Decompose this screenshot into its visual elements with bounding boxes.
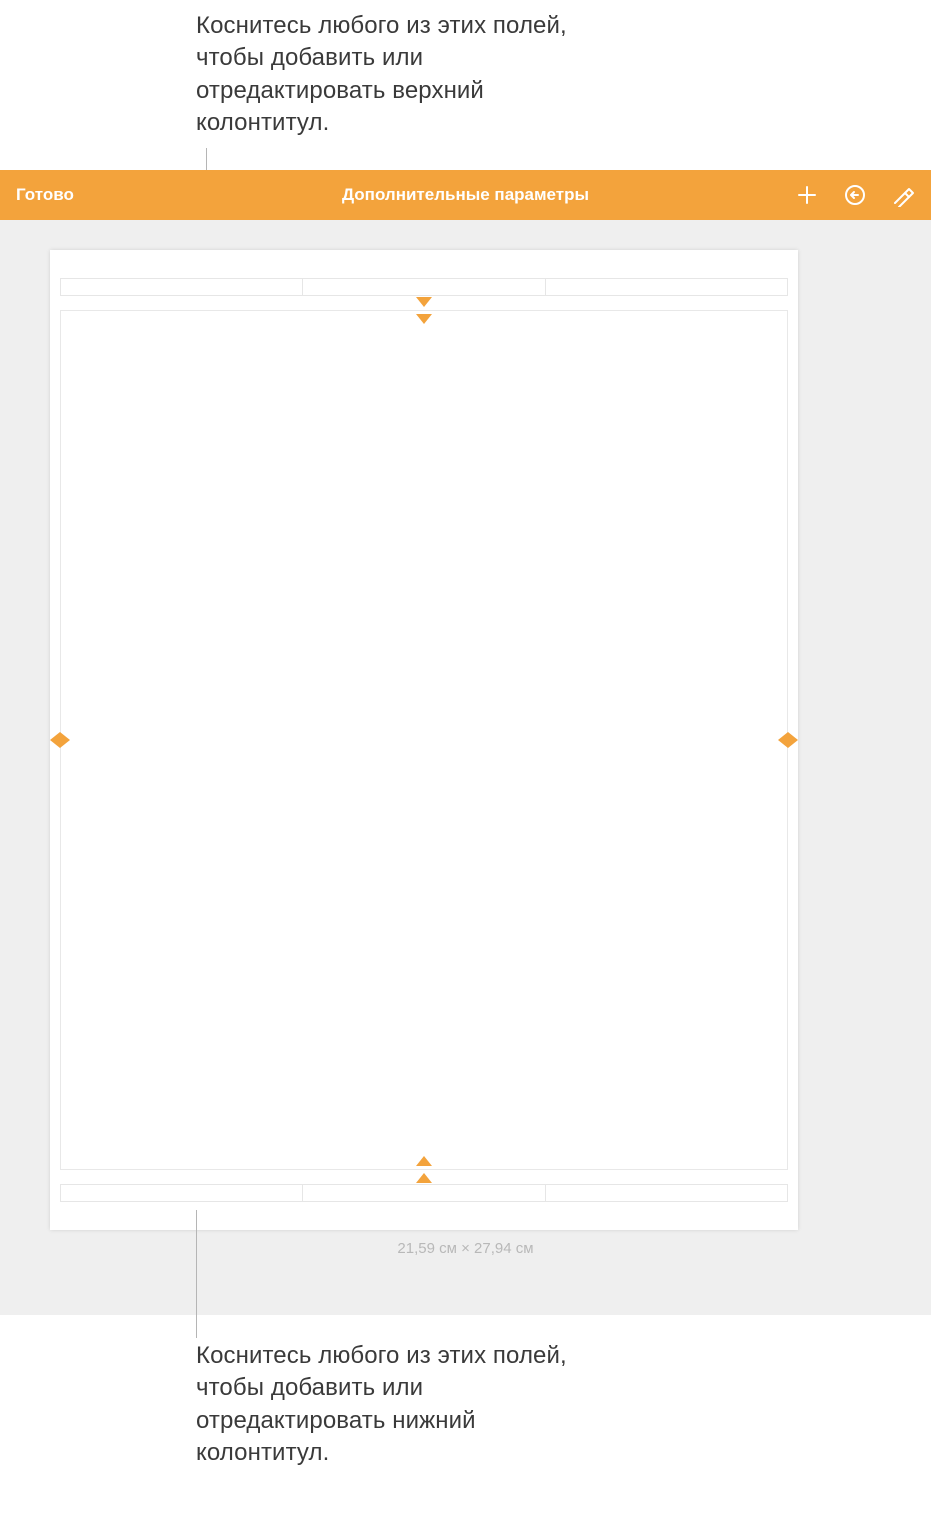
toolbar-right-icons	[795, 183, 915, 207]
footer-field-right[interactable]	[545, 1184, 788, 1202]
footer-field-left[interactable]	[60, 1184, 303, 1202]
callout-header: Коснитесь любого из этих полей, чтобы до…	[196, 10, 576, 140]
plus-icon[interactable]	[795, 183, 819, 207]
triangle-left-icon	[778, 732, 788, 748]
triangle-right-icon	[788, 732, 798, 748]
triangle-left-icon	[50, 732, 60, 748]
undo-icon[interactable]	[843, 183, 867, 207]
format-brush-icon[interactable]	[891, 183, 915, 207]
margin-handle-top-outer[interactable]	[416, 297, 432, 307]
callout-leader-bottom	[196, 1210, 197, 1338]
header-field-center[interactable]	[302, 278, 545, 296]
margin-handle-right[interactable]	[778, 732, 798, 748]
header-fields	[60, 278, 788, 296]
margin-handle-top-inner[interactable]	[416, 314, 432, 324]
margin-handle-bottom-inner[interactable]	[416, 1156, 432, 1166]
page-size-label: 21,59 см × 27,94 см	[397, 1240, 533, 1257]
callout-footer: Коснитесь любого из этих полей, чтобы до…	[196, 1340, 576, 1470]
footer-fields	[60, 1184, 788, 1202]
footer-field-center[interactable]	[302, 1184, 545, 1202]
canvas: 21,59 см × 27,94 см	[0, 220, 931, 1315]
header-field-left[interactable]	[60, 278, 303, 296]
header-field-right[interactable]	[545, 278, 788, 296]
done-button[interactable]: Готово	[16, 185, 74, 205]
page-body[interactable]	[60, 310, 788, 1170]
margin-handle-bottom-outer[interactable]	[416, 1173, 432, 1183]
document-page	[50, 250, 798, 1230]
app-window: Готово Дополнительные параметры	[0, 170, 931, 1315]
toolbar-title: Дополнительные параметры	[342, 185, 589, 205]
triangle-right-icon	[60, 732, 70, 748]
margin-handle-left[interactable]	[50, 732, 70, 748]
toolbar: Готово Дополнительные параметры	[0, 170, 931, 220]
